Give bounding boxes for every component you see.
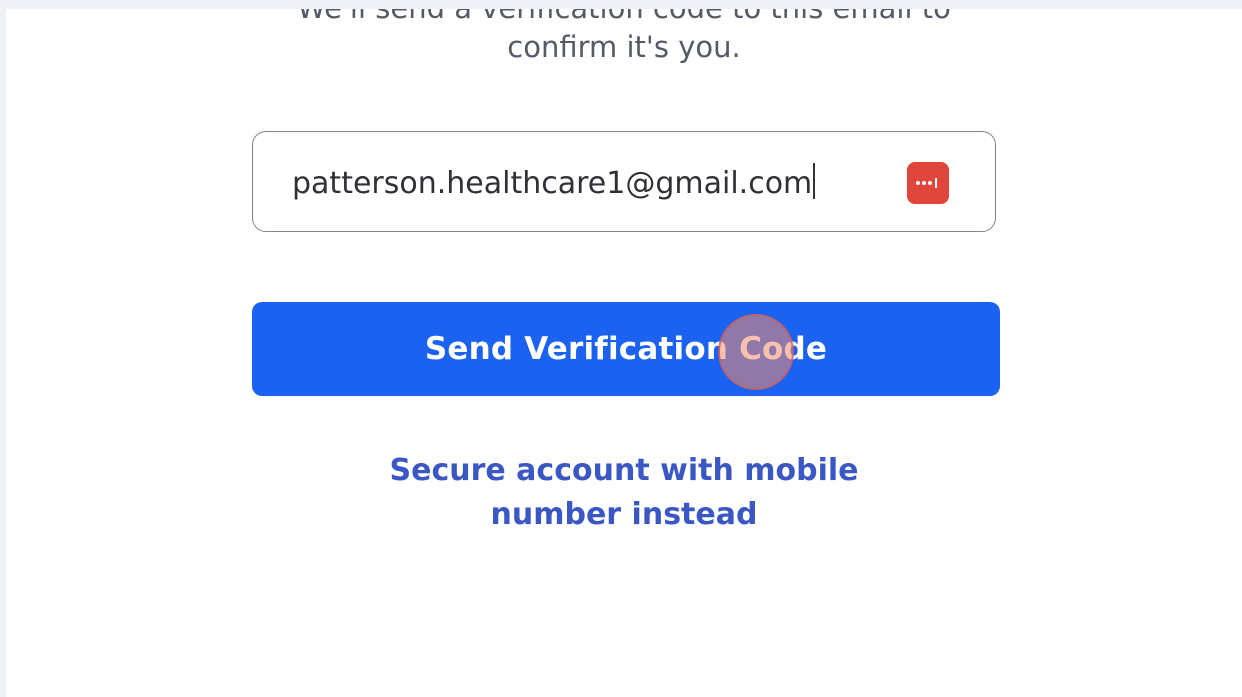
- dots-icon-graphic: [916, 178, 937, 188]
- send-button-label: Send Verification Code: [424, 331, 828, 367]
- email-field[interactable]: patterson.healthcare1@gmail.com: [252, 131, 996, 232]
- verification-panel: We'll send a verification code to this e…: [6, 9, 1242, 697]
- email-value-text: patterson.healthcare1@gmail.com: [292, 166, 813, 201]
- top-edge: [0, 0, 1242, 9]
- secure-with-mobile-link[interactable]: Secure account with mobile number instea…: [324, 449, 924, 537]
- subtitle-line-2: confirm it's you.: [507, 30, 741, 64]
- email-value[interactable]: patterson.healthcare1@gmail.com: [292, 163, 816, 204]
- password-manager-dots-icon[interactable]: [907, 162, 949, 204]
- send-verification-code-button[interactable]: Send Verification Code: [252, 302, 1000, 396]
- text-caret: [813, 163, 816, 199]
